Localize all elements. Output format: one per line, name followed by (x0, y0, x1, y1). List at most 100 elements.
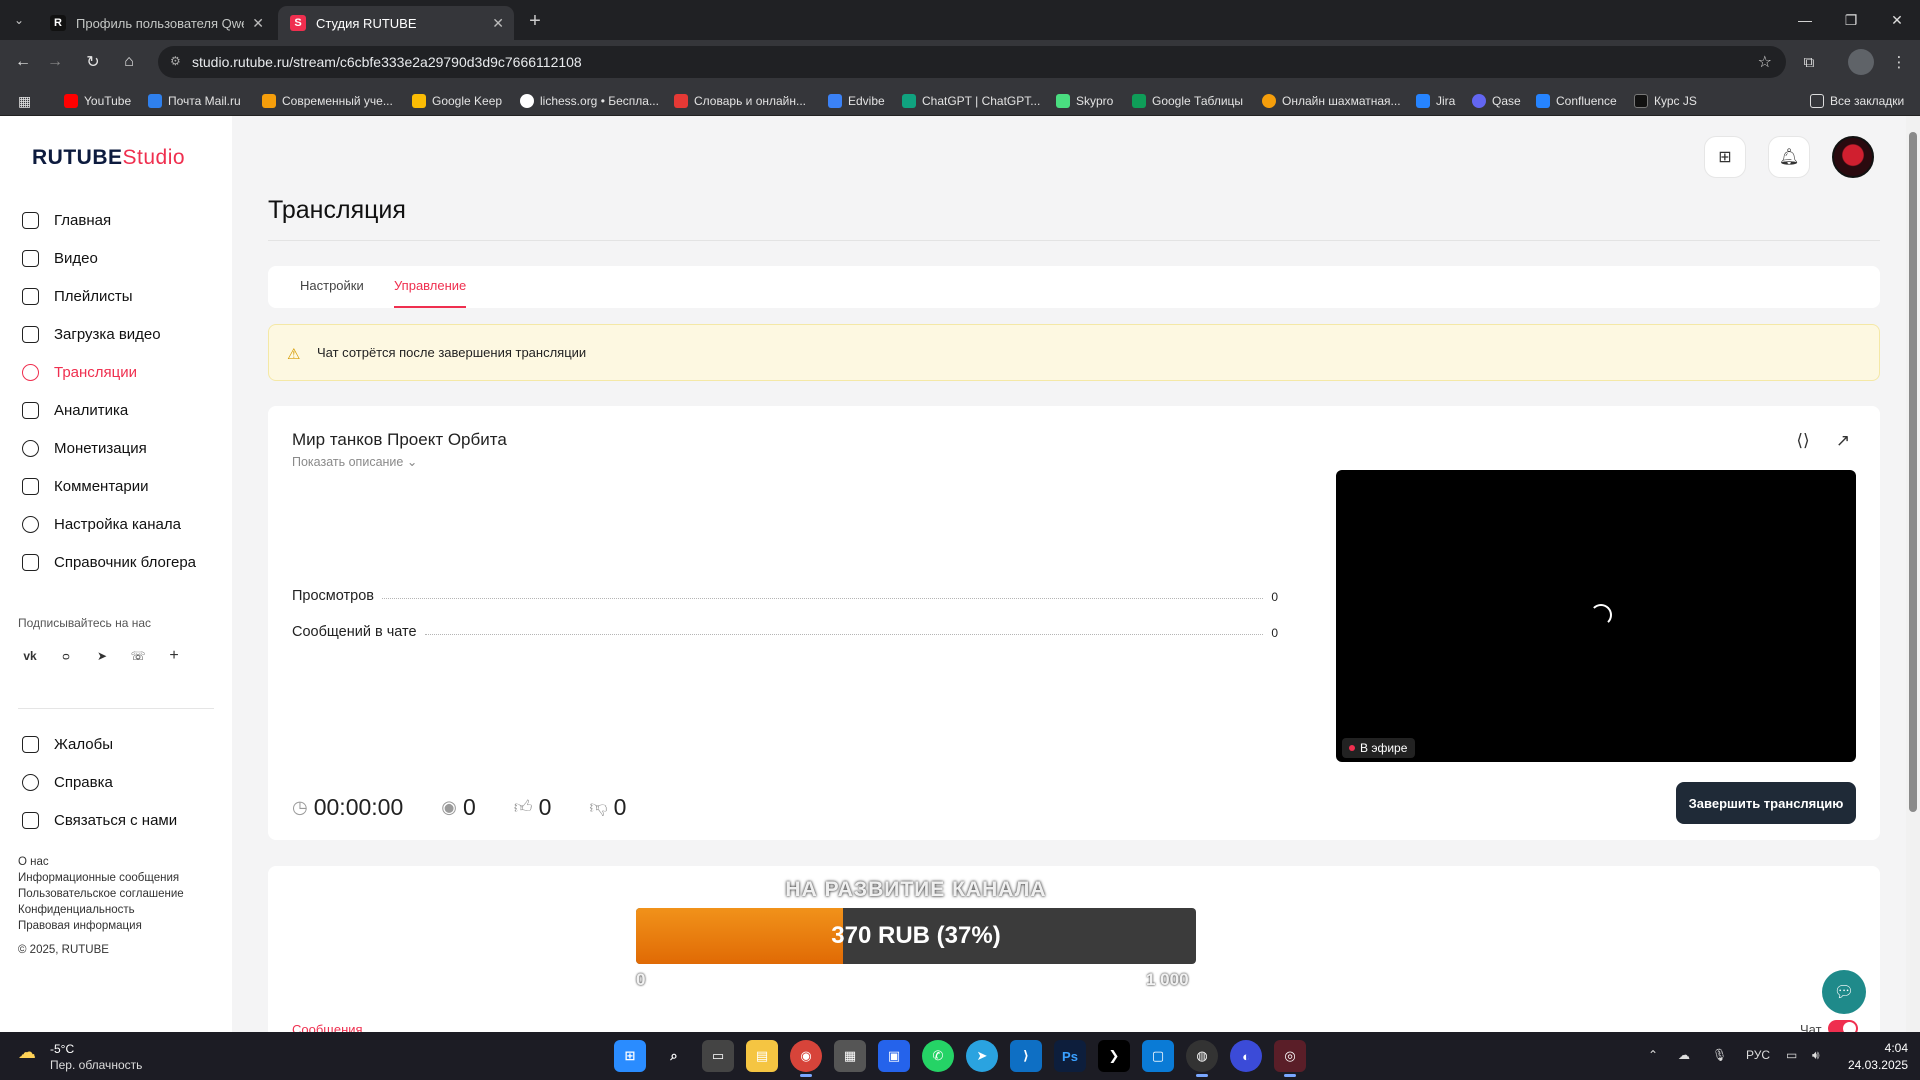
show-description-toggle[interactable]: Показать описание ⌄ (292, 454, 417, 469)
tab-search-chevron-icon[interactable]: ⌄ (6, 8, 32, 32)
rutube-studio-logo[interactable]: RUTUBEStudio (32, 146, 185, 170)
calculator-icon[interactable]: ▦ (834, 1040, 866, 1072)
avatar[interactable] (1832, 136, 1874, 178)
browser-tab-profile[interactable]: R Профиль пользователя Qwert ✕ (38, 6, 274, 40)
sidebar-item-complaints[interactable]: Жалобы (0, 729, 232, 759)
bookmark-edvibe[interactable]: Edvibe (828, 92, 885, 110)
bookmark-chess[interactable]: Онлайн шахматная... (1262, 92, 1401, 110)
extensions-icon[interactable]: ⧉ (1796, 49, 1822, 75)
sidebar-item-video[interactable]: Видео (0, 243, 232, 273)
logo-sub: Studio (122, 146, 186, 169)
share-icon[interactable]: ⟨⟩ (1792, 430, 1814, 452)
close-tab-icon[interactable]: ✕ (492, 15, 504, 32)
sidebar-item-help[interactable]: Справка (0, 767, 232, 797)
address-bar[interactable]: ⚙ studio.rutube.ru/stream/c6cbfe333e2a29… (158, 46, 1786, 78)
add-content-icon[interactable]: ⊞ (1704, 136, 1746, 178)
language-indicator[interactable]: РУС (1746, 1048, 1770, 1062)
network-icon[interactable]: ▭ (1786, 1048, 1797, 1062)
store-icon[interactable]: ▣ (878, 1040, 910, 1072)
minimize-icon[interactable]: — (1782, 0, 1828, 40)
page-scrollbar[interactable] (1906, 116, 1920, 1032)
viber-icon[interactable]: ☏ (128, 646, 148, 666)
footer-link-user-agreement[interactable]: Пользовательское соглашение (18, 888, 184, 900)
back-arrow-icon[interactable]: ← (10, 49, 36, 75)
sidebar-item-comments[interactable]: Комментарии (0, 471, 232, 501)
all-bookmarks[interactable]: Все закладки (1810, 92, 1904, 110)
apps-grid-icon[interactable]: ▦ (18, 92, 31, 110)
file-explorer-icon[interactable]: ▤ (746, 1040, 778, 1072)
footer-link-info-messages[interactable]: Информационные сообщения (18, 872, 179, 884)
plus-icon[interactable]: + (164, 646, 184, 666)
bookmark-skypro[interactable]: Skypro (1056, 92, 1113, 110)
start-windows-icon[interactable]: ⊞ (614, 1040, 646, 1072)
bookmark-jira[interactable]: Jira (1416, 92, 1455, 110)
sidebar-item-playlists[interactable]: Плейлисты (0, 281, 232, 311)
app-red-dot-icon[interactable]: ◍ (1186, 1040, 1218, 1077)
reload-icon[interactable]: ↻ (80, 49, 106, 75)
telegram-icon[interactable]: ➤ (966, 1040, 998, 1072)
sidebar-item-home[interactable]: Главная (0, 205, 232, 235)
sidebar-item-blogger-guide[interactable]: Справочник блогера (0, 547, 232, 577)
forward-arrow-icon[interactable]: → (42, 49, 68, 75)
bookmark-modern-teacher[interactable]: Современный уче... (262, 92, 393, 110)
footer-link-privacy[interactable]: Конфиденциальность (18, 904, 135, 916)
end-stream-button[interactable]: Завершить трансляцию (1676, 782, 1856, 824)
tab-management[interactable]: Управление (394, 278, 466, 293)
sidebar-item-broadcasts[interactable]: Трансляции (0, 357, 232, 387)
bookmark-star-icon[interactable]: ☆ (1758, 52, 1772, 72)
vscode-icon[interactable]: ⟩ (1010, 1040, 1042, 1072)
bookmark-google-sheets[interactable]: Google Таблицы (1132, 92, 1243, 110)
bookmark-youtube[interactable]: YouTube (64, 92, 131, 110)
microphone-icon[interactable]: 🎙︎ (1712, 1048, 1727, 1062)
home-icon[interactable]: ⌂ (116, 49, 142, 75)
bookmark-chatgpt[interactable]: ChatGPT | ChatGPT... (902, 92, 1040, 110)
volume-icon[interactable]: 🔊︎ (1812, 1048, 1820, 1063)
taskbar-search-icon[interactable]: ⌕ (658, 1040, 690, 1072)
remote-desktop-icon[interactable]: ▢ (1142, 1040, 1174, 1072)
sidebar-item-channel-settings[interactable]: Настройка канала (0, 509, 232, 539)
bookmark-mail[interactable]: Почта Mail.ru (148, 92, 241, 110)
tab-messages[interactable]: Сообщения (292, 1022, 363, 1032)
restore-icon[interactable]: ❐ (1828, 0, 1874, 40)
sidebar-item-analytics[interactable]: Аналитика (0, 395, 232, 425)
terminal-icon[interactable]: ❯ (1098, 1040, 1130, 1072)
onedrive-icon[interactable]: ☁ (1678, 1048, 1690, 1062)
sidebar-item-upload[interactable]: Загрузка видео (0, 319, 232, 349)
bookmark-js-course[interactable]: Курс JS (1634, 92, 1697, 110)
app-globe-icon[interactable]: ◐ (1230, 1040, 1262, 1072)
bookmark-confluence[interactable]: Confluence (1536, 92, 1617, 110)
stream-preview-player[interactable]: В эфире (1336, 470, 1856, 762)
sidebar-item-contact[interactable]: Связаться с нами (0, 805, 232, 835)
system-clock[interactable]: 4:04 24.03.2025 (1838, 1040, 1908, 1074)
browser-menu-icon[interactable]: ⋮ (1886, 49, 1912, 75)
bookmark-lichess[interactable]: lichess.org • Беспла... (520, 92, 659, 110)
whatsapp-icon[interactable]: ✆ (922, 1040, 954, 1072)
chat-toggle[interactable] (1828, 1020, 1858, 1032)
obs-studio-icon[interactable]: ◎ (1274, 1040, 1306, 1077)
bookmark-google-keep[interactable]: Google Keep (412, 92, 502, 110)
tab-settings[interactable]: Настройки (300, 278, 364, 293)
bookmark-dictionary[interactable]: Словарь и онлайн... (674, 92, 806, 110)
task-view-icon[interactable]: ▭ (702, 1040, 734, 1072)
ok-icon[interactable]: ᴑ (56, 646, 76, 666)
bookmark-qase[interactable]: Qase (1472, 92, 1521, 110)
site-info-icon[interactable]: ⚙ (170, 54, 184, 68)
photoshop-icon[interactable]: Ps (1054, 1040, 1086, 1072)
close-tab-icon[interactable]: ✕ (252, 15, 264, 32)
footer-link-about[interactable]: О нас (18, 856, 49, 868)
window-close-icon[interactable]: ✕ (1874, 0, 1920, 40)
browser-profile-avatar[interactable] (1848, 49, 1874, 75)
sidebar-item-monetization[interactable]: Монетизация (0, 433, 232, 463)
chrome-icon[interactable]: ◉ (790, 1040, 822, 1077)
vk-icon[interactable]: vk (20, 646, 40, 666)
bell-icon[interactable]: 🔔︎ (1768, 136, 1810, 178)
new-tab-plus-icon[interactable]: + (522, 8, 548, 34)
footer-link-legal[interactable]: Правовая информация (18, 920, 142, 932)
open-external-icon[interactable]: ↗ (1832, 430, 1854, 452)
weather-icon[interactable]: ☁ (18, 1042, 44, 1066)
browser-tab-studio[interactable]: S Студия RUTUBE ✕ (278, 6, 514, 40)
tray-chevron-up-icon[interactable]: ⌃ (1648, 1048, 1658, 1062)
support-chat-button[interactable]: 💬︎ (1822, 970, 1866, 1014)
scrollbar-thumb[interactable] (1909, 132, 1917, 812)
telegram-icon[interactable]: ➤ (92, 646, 112, 666)
